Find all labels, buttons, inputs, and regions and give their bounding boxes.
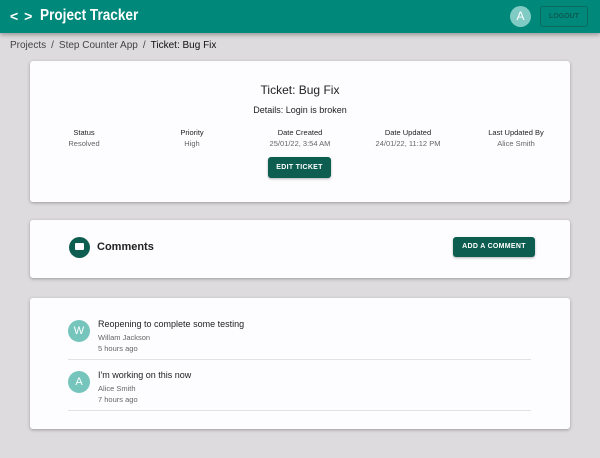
field-value: Resolved: [68, 139, 100, 148]
ticket-title: Ticket: Bug Fix: [260, 83, 340, 97]
edit-ticket-button[interactable]: EDIT TICKET: [268, 157, 331, 178]
breadcrumb-current: Ticket: Bug Fix: [150, 40, 217, 51]
logout-button[interactable]: LOGOUT: [540, 6, 588, 27]
ticket-card: Ticket: Bug Fix Details: Login is broken…: [30, 61, 570, 202]
field-label: Date Updated: [384, 128, 432, 137]
comments-header-card: Comments ADD A COMMENT: [30, 220, 570, 278]
field-priority: Priority High: [138, 127, 246, 149]
comment-author: Willam Jackson: [98, 333, 151, 342]
field-value: 25/01/22, 3:54 AM: [269, 139, 331, 148]
comment-icon: [69, 237, 90, 258]
app-title[interactable]: Project Tracker: [40, 7, 138, 25]
field-value: 24/01/22, 11:12 PM: [375, 139, 441, 148]
field-label: Date Created: [277, 128, 323, 137]
app-header: < > Project Tracker A LOGOUT: [0, 0, 600, 33]
field-date-created: Date Created 25/01/22, 3:54 AM: [246, 127, 354, 149]
field-last-updated-by: Last Updated By Alice Smith: [462, 127, 570, 149]
comment-text: I'm working on this now: [98, 370, 192, 380]
field-label: Status: [73, 128, 95, 137]
avatar: W: [68, 320, 90, 342]
breadcrumb: Projects / Step Counter App / Ticket: Bug Fi…: [10, 40, 217, 51]
code-icon: < >: [10, 8, 34, 24]
ticket-details: Details: Login is broken: [253, 105, 347, 115]
user-avatar[interactable]: A: [510, 6, 531, 27]
comment-time: 7 hours ago: [98, 395, 138, 404]
comments-heading: Comments: [97, 241, 154, 253]
comments-list: W Reopening to complete some testing Wil…: [30, 298, 570, 429]
list-item: W Reopening to complete some testing Wil…: [68, 310, 531, 360]
comment-text: Reopening to complete some testing: [98, 319, 245, 329]
field-value: High: [184, 139, 200, 148]
field-date-updated: Date Updated 24/01/22, 11:12 PM: [354, 127, 462, 149]
comment-time: 5 hours ago: [98, 344, 138, 353]
add-comment-button[interactable]: ADD A COMMENT: [453, 237, 535, 257]
comment-author: Alice Smith: [98, 384, 136, 393]
breadcrumb-project[interactable]: Step Counter App: [59, 40, 138, 51]
breadcrumb-projects[interactable]: Projects: [10, 40, 46, 51]
field-label: Last Updated By: [488, 128, 544, 137]
field-label: Priority: [180, 128, 204, 137]
field-status: Status Resolved: [30, 127, 138, 149]
avatar: A: [68, 371, 90, 393]
field-value: Alice Smith: [497, 139, 535, 148]
list-item: A I'm working on this now Alice Smith 7 …: [68, 361, 531, 411]
